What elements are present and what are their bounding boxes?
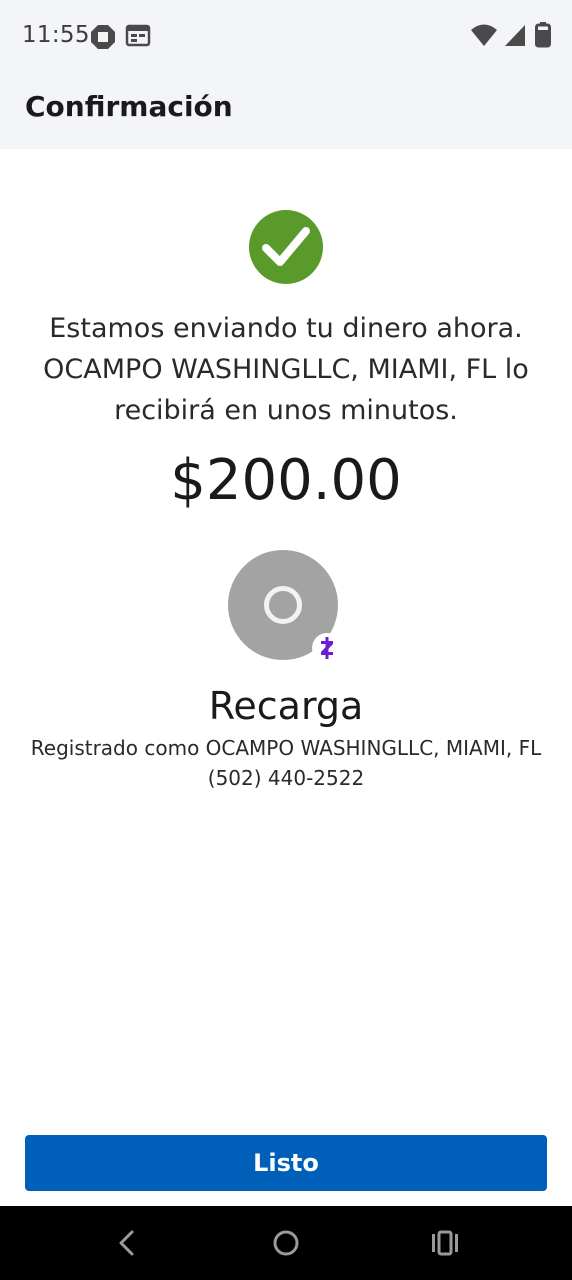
done-button[interactable]: Listo [25, 1135, 547, 1191]
back-icon[interactable] [112, 1228, 142, 1258]
avatar-ring [264, 586, 302, 624]
recipient-registered-as: Registrado como OCAMPO WASHINGLLC, MIAMI… [30, 736, 542, 760]
recents-icon[interactable] [430, 1228, 460, 1258]
chase-app-icon [88, 22, 118, 52]
zelle-icon [312, 633, 342, 663]
status-bar: 11:55 [0, 0, 572, 72]
home-icon[interactable] [271, 1228, 301, 1258]
app-bar: Confirmación [0, 72, 572, 149]
recipient-name: Recarga [208, 684, 364, 728]
check-circle-icon [249, 210, 323, 284]
system-nav-bar [0, 1206, 572, 1280]
transfer-amount: $200.00 [170, 448, 402, 513]
page-title: Confirmación [25, 90, 233, 123]
wifi-icon [470, 22, 498, 53]
recipient-phone: (502) 440-2522 [207, 766, 365, 790]
battery-icon [535, 22, 551, 53]
confirmation-message: Estamos enviando tu dinero ahora. OCAMPO… [43, 313, 529, 426]
calendar-icon [125, 22, 155, 52]
status-time: 11:55 [22, 22, 90, 48]
cell-signal-icon [503, 22, 527, 53]
